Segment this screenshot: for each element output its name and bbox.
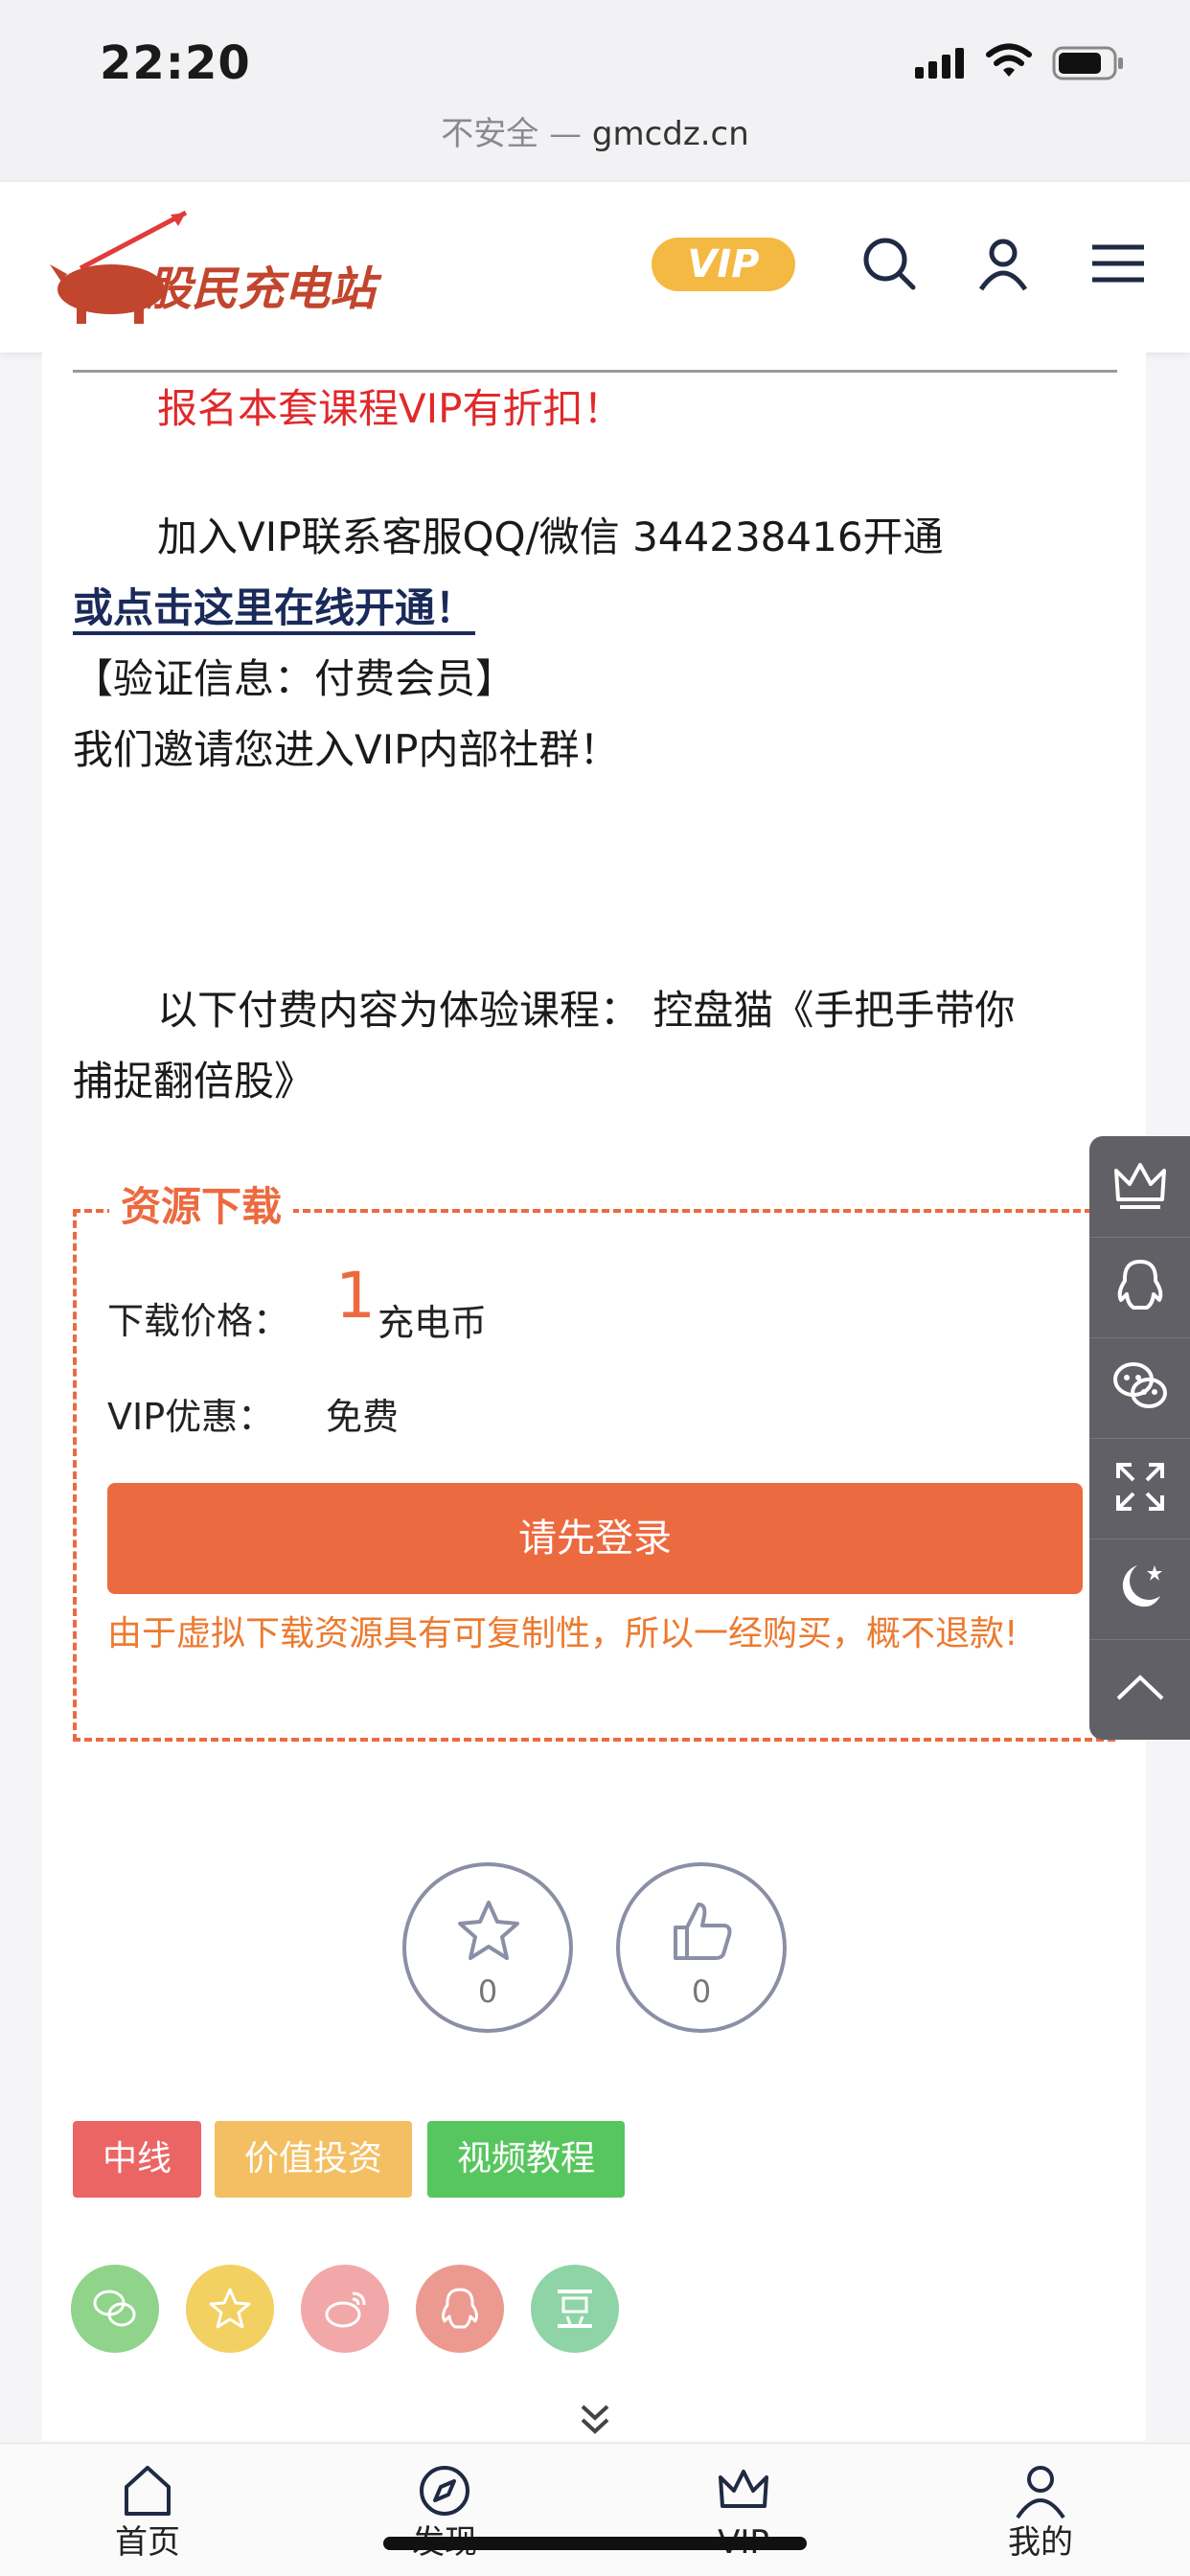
share-qq-button[interactable] (416, 2265, 504, 2353)
share-favorite-button[interactable] (186, 2265, 274, 2353)
floating-toolbar (1089, 1136, 1190, 1740)
weibo-icon (325, 2291, 366, 2328)
star-icon (458, 1901, 519, 1960)
url-bar[interactable]: 不安全 — gmcdz.cn (0, 105, 1190, 184)
no-refund-notice: 由于虚拟下载资源具有可复制性，所以一经购买，概不退款! (107, 1614, 1018, 1653)
home-icon (125, 2466, 171, 2516)
divider (73, 370, 1117, 373)
tag-video-tutorial[interactable]: 视频教程 (427, 2121, 625, 2198)
search-icon[interactable] (859, 234, 919, 293)
expand-chevron-icon[interactable] (571, 2395, 619, 2443)
back-to-top-button[interactable] (1089, 1639, 1190, 1740)
fullscreen-icon (1116, 1463, 1164, 1511)
nav-home[interactable]: 首页 (71, 2449, 224, 2573)
crown-icon (719, 2470, 768, 2508)
nav-discover[interactable]: 发现 (368, 2449, 521, 2573)
nav-mine-label: 我的 (1008, 2523, 1073, 2562)
like-button[interactable]: 0 (616, 1862, 787, 2033)
nav-vip[interactable]: VIP (667, 2449, 820, 2573)
discount-text: 报名本套课程VIP有折扣！ (157, 385, 624, 432)
vip-crown-button[interactable] (1089, 1136, 1190, 1238)
dark-mode-button[interactable] (1089, 1539, 1190, 1640)
tag-midline[interactable]: 中线 (73, 2121, 201, 2198)
price-value: 1 (335, 1259, 376, 1333)
online-open-link[interactable]: 或点击这里在线开通！ (73, 573, 475, 644)
favorite-count: 0 (477, 1973, 498, 2010)
cellular-signal-icon (915, 48, 964, 79)
moon-icon (1122, 1565, 1162, 1607)
login-button[interactable]: 请先登录 (107, 1483, 1083, 1594)
security-label: 不安全 (441, 115, 539, 153)
invite-text: 我们邀请您进入VIP内部社群！ (73, 726, 620, 773)
verify-info-text: 【验证信息：付费会员】 (73, 655, 516, 702)
price-label: 下载价格： (107, 1300, 290, 1342)
trial-course-text: 以下付费内容为体验课程： 控盘猫《手把手带你 (157, 987, 1016, 1034)
url-separator: — (549, 115, 583, 153)
url-domain: gmcdz.cn (591, 115, 749, 153)
home-indicator[interactable] (383, 2537, 807, 2550)
svg-text:股民充电站: 股民充电站 (145, 262, 382, 316)
status-time: 22:20 (100, 36, 251, 90)
menu-icon[interactable] (1088, 234, 1148, 293)
compass-icon (420, 2466, 469, 2516)
wifi-icon (986, 43, 1032, 77)
user-icon (1016, 2466, 1065, 2519)
star-icon (209, 2288, 251, 2329)
tag-value-investing[interactable]: 价值投资 (215, 2121, 412, 2198)
status-bar: 22:20 (0, 0, 1190, 115)
favorite-button[interactable]: 0 (402, 1862, 573, 2033)
vip-discount-label: VIP优惠： (107, 1396, 275, 1438)
price-unit: 充电币 (378, 1302, 488, 1344)
user-icon[interactable] (973, 234, 1033, 293)
nav-home-label: 首页 (115, 2523, 180, 2562)
qq-icon (442, 2288, 478, 2329)
qq-icon (1117, 1260, 1163, 1310)
vip-discount-value: 免费 (326, 1396, 400, 1438)
vip-badge[interactable]: VIP (652, 238, 795, 291)
trial-course-text-2: 捕捉翻倍股》 (73, 1058, 315, 1105)
douban-icon (558, 2290, 592, 2328)
join-vip-text: 加入VIP联系客服QQ/微信 344238416开通 (157, 513, 944, 560)
fullscreen-button[interactable] (1089, 1438, 1190, 1539)
arrow-up-icon (1116, 1675, 1164, 1700)
resource-download-box (73, 1209, 1115, 1742)
resource-download-title: 资源下载 (109, 1180, 294, 1234)
site-logo[interactable]: 股民充电站 (42, 201, 387, 326)
wechat-icon (93, 2290, 136, 2327)
share-weibo-button[interactable] (301, 2265, 389, 2353)
like-count: 0 (691, 1973, 712, 2010)
nav-mine[interactable]: 我的 (964, 2449, 1117, 2573)
crown-icon (1114, 1163, 1166, 1209)
wechat-icon (1113, 1362, 1167, 1408)
share-douban-button[interactable] (531, 2265, 619, 2353)
battery-icon (1052, 46, 1123, 80)
share-wechat-button[interactable] (71, 2265, 159, 2353)
thumbs-up-icon (674, 1903, 732, 1960)
wechat-contact-button[interactable] (1089, 1337, 1190, 1439)
qq-contact-button[interactable] (1089, 1237, 1190, 1338)
